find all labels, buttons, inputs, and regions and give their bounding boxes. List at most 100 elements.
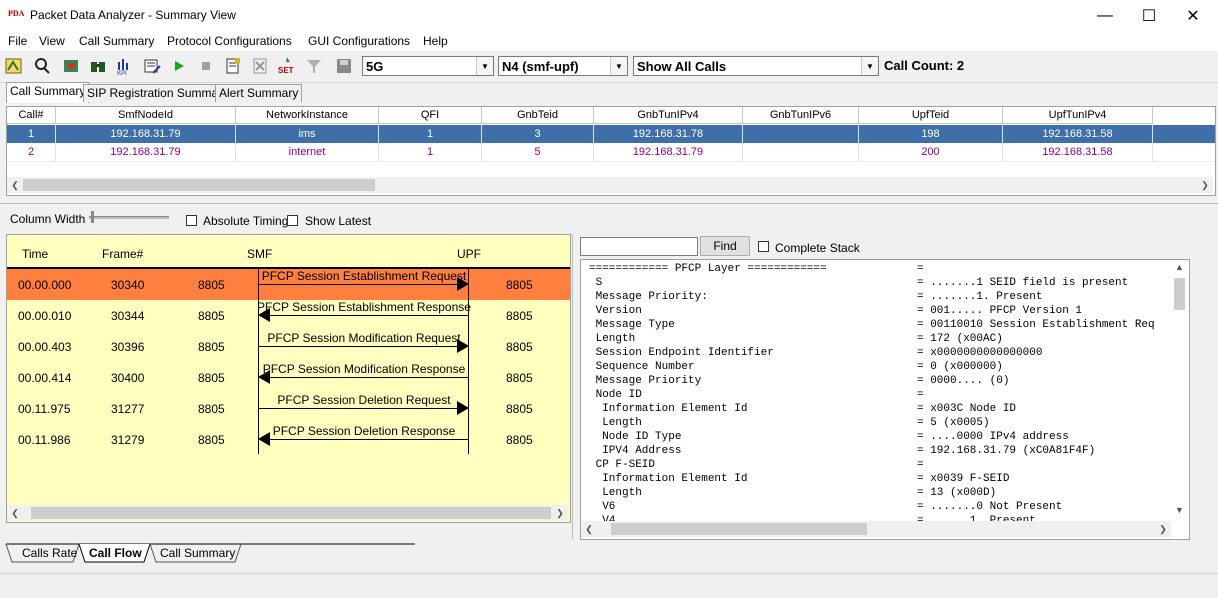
find-input[interactable] <box>580 237 698 256</box>
detail-vertical-scrollbar[interactable]: ▲ ▼ <box>1172 262 1187 519</box>
interface-select[interactable]: N4 (smf-upf) ▼ <box>498 56 628 76</box>
slider-handle[interactable] <box>91 211 94 223</box>
export-icon[interactable] <box>60 55 82 77</box>
panel-splitter[interactable] <box>0 203 1218 207</box>
flow-time: 00.00.414 <box>18 371 72 385</box>
flow-row[interactable]: 00.00.010 30344 8805 8805 PFCP Session E… <box>7 300 570 331</box>
table-cell: 1 <box>379 143 482 161</box>
menu-protocol-configurations[interactable]: Protocol Configurations <box>167 34 292 48</box>
column-header[interactable]: GnbTeid <box>482 107 594 124</box>
menu-file[interactable]: File <box>8 34 27 48</box>
notes-icon[interactable] <box>222 55 244 77</box>
menu-gui-configurations[interactable]: GUI Configurations <box>308 34 410 48</box>
flow-header-smf: SMF <box>247 247 273 261</box>
scroll-right-icon[interactable]: ❯ <box>1155 521 1171 537</box>
detail-field-name: CP F-SEID <box>589 459 656 471</box>
complete-stack-checkbox[interactable] <box>758 241 769 252</box>
column-header[interactable]: GnbTunIPv6 <box>743 107 859 124</box>
table-horizontal-scrollbar[interactable]: ❮ ❯ <box>7 177 1213 193</box>
flow-row[interactable]: 00.11.986 31279 8805 8805 PFCP Session D… <box>7 424 570 455</box>
filter-select[interactable]: Show All Calls ▼ <box>633 56 879 76</box>
scroll-right-icon[interactable]: ❯ <box>1197 177 1213 193</box>
flow-row[interactable]: 00.00.403 30396 8805 8805 PFCP Session M… <box>7 331 570 362</box>
tab-sip-registration-summary[interactable]: SIP Registration Summary <box>83 84 233 102</box>
open-file-icon[interactable] <box>3 55 25 77</box>
delete-icon[interactable] <box>249 55 271 77</box>
filter-icon[interactable] <box>303 55 325 77</box>
toolbar: KPI SET 5G ▼ N4 (smf-upf) ▼ Show All Cal… <box>0 51 1218 83</box>
kpi-icon[interactable]: KPI <box>114 55 136 77</box>
flow-smf-port: 8805 <box>198 309 225 323</box>
column-width-slider[interactable] <box>89 216 169 219</box>
detail-field-name: Node ID Type <box>589 431 682 443</box>
chevron-down-icon[interactable]: ▼ <box>476 57 493 75</box>
scroll-left-icon[interactable]: ❮ <box>7 177 23 193</box>
column-header[interactable]: UpfTeid <box>859 107 1003 124</box>
table-row-empty <box>7 161 1215 178</box>
tab-calls-rate[interactable]: Calls Rate <box>22 545 77 562</box>
detail-field-name: Session Endpoint Identifier <box>589 347 774 359</box>
flow-row[interactable]: 00.00.000 30340 8805 8805 PFCP Session E… <box>7 269 570 300</box>
column-header[interactable]: UpfTunIPv4 <box>1003 107 1153 124</box>
tab-call-summary-bottom[interactable]: Call Summary <box>160 545 235 562</box>
menu-help[interactable]: Help <box>423 34 448 48</box>
column-header[interactable]: QFI <box>379 107 482 124</box>
minimize-button[interactable]: — <box>1082 0 1128 31</box>
tab-alert-summary[interactable]: Alert Summary <box>215 84 303 102</box>
packet-detail-panel: ============ PFCP Layer ============ = S =… <box>580 259 1190 540</box>
arrow-line <box>258 408 458 409</box>
arrow-left-icon <box>258 370 270 384</box>
find-button[interactable]: Find <box>700 236 750 256</box>
play-icon[interactable] <box>168 55 190 77</box>
scrollbar-thumb[interactable] <box>611 523 867 535</box>
svg-text:KPI: KPI <box>117 71 127 76</box>
detail-field-value: = 0000.... (0) <box>917 375 1010 387</box>
scrollbar-thumb[interactable] <box>31 507 551 519</box>
menu-view[interactable]: View <box>39 34 65 48</box>
binoculars-icon[interactable] <box>87 55 109 77</box>
set-icon[interactable]: SET <box>276 55 298 77</box>
flow-row[interactable]: 00.00.414 30400 8805 8805 PFCP Session M… <box>7 362 570 393</box>
scroll-down-icon[interactable]: ▼ <box>1172 505 1187 519</box>
tab-call-flow[interactable]: Call Flow <box>89 545 142 562</box>
chevron-down-icon[interactable]: ▼ <box>610 57 627 75</box>
search-icon[interactable] <box>31 55 53 77</box>
network-select[interactable]: 5G ▼ <box>362 56 494 76</box>
flow-horizontal-scrollbar[interactable]: ❮ ❯ <box>7 505 568 521</box>
smf-lifeline <box>258 269 259 454</box>
column-header[interactable]: GnbTunIPv4 <box>594 107 743 124</box>
scrollbar-thumb[interactable] <box>1174 278 1185 310</box>
scrollbar-thumb[interactable] <box>23 179 375 191</box>
detail-field-value: = .......1 SEID field is present <box>917 277 1129 289</box>
svg-text:SET: SET <box>278 66 294 75</box>
flow-frame: 30344 <box>111 309 145 323</box>
show-latest-checkbox[interactable] <box>287 215 298 226</box>
column-header[interactable]: NetworkInstance <box>236 107 379 124</box>
close-button[interactable]: ✕ <box>1170 0 1216 31</box>
tab-call-summary[interactable]: Call Summary <box>6 82 90 103</box>
chevron-down-icon[interactable]: ▼ <box>861 57 878 75</box>
title-bar: PDA Packet Data Analyzer - Summary View … <box>0 0 1218 31</box>
detail-field-name: S <box>589 277 603 289</box>
scroll-up-icon[interactable]: ▲ <box>1172 262 1187 276</box>
flow-time: 00.00.010 <box>18 309 72 323</box>
flow-row[interactable]: 00.11.975 31277 8805 8805 PFCP Session D… <box>7 393 570 424</box>
table-cell: 192.168.31.79 <box>56 143 236 161</box>
table-row[interactable]: 2 192.168.31.79 internet 1 5 192.168.31.… <box>7 143 1215 161</box>
menu-call-summary[interactable]: Call Summary <box>79 34 154 48</box>
window-title: Packet Data Analyzer - Summary View <box>30 8 236 22</box>
scroll-left-icon[interactable]: ❮ <box>581 521 597 537</box>
column-header[interactable]: SmfNodeId <box>56 107 236 124</box>
scroll-right-icon[interactable]: ❯ <box>552 505 568 521</box>
column-header[interactable]: Call# <box>7 107 56 124</box>
edit-icon[interactable] <box>141 55 163 77</box>
detail-horizontal-scrollbar[interactable]: ❮ ❯ <box>581 521 1171 537</box>
detail-field-value: = .......1. Present <box>917 291 1043 303</box>
table-row[interactable]: 1 192.168.31.79 ims 1 3 192.168.31.78 19… <box>7 125 1215 143</box>
absolute-timing-checkbox[interactable] <box>186 215 197 226</box>
stop-icon[interactable] <box>195 55 217 77</box>
save-icon[interactable] <box>333 55 355 77</box>
vertical-splitter[interactable] <box>572 234 577 539</box>
maximize-button[interactable]: ☐ <box>1126 0 1172 31</box>
scroll-left-icon[interactable]: ❮ <box>7 505 23 521</box>
